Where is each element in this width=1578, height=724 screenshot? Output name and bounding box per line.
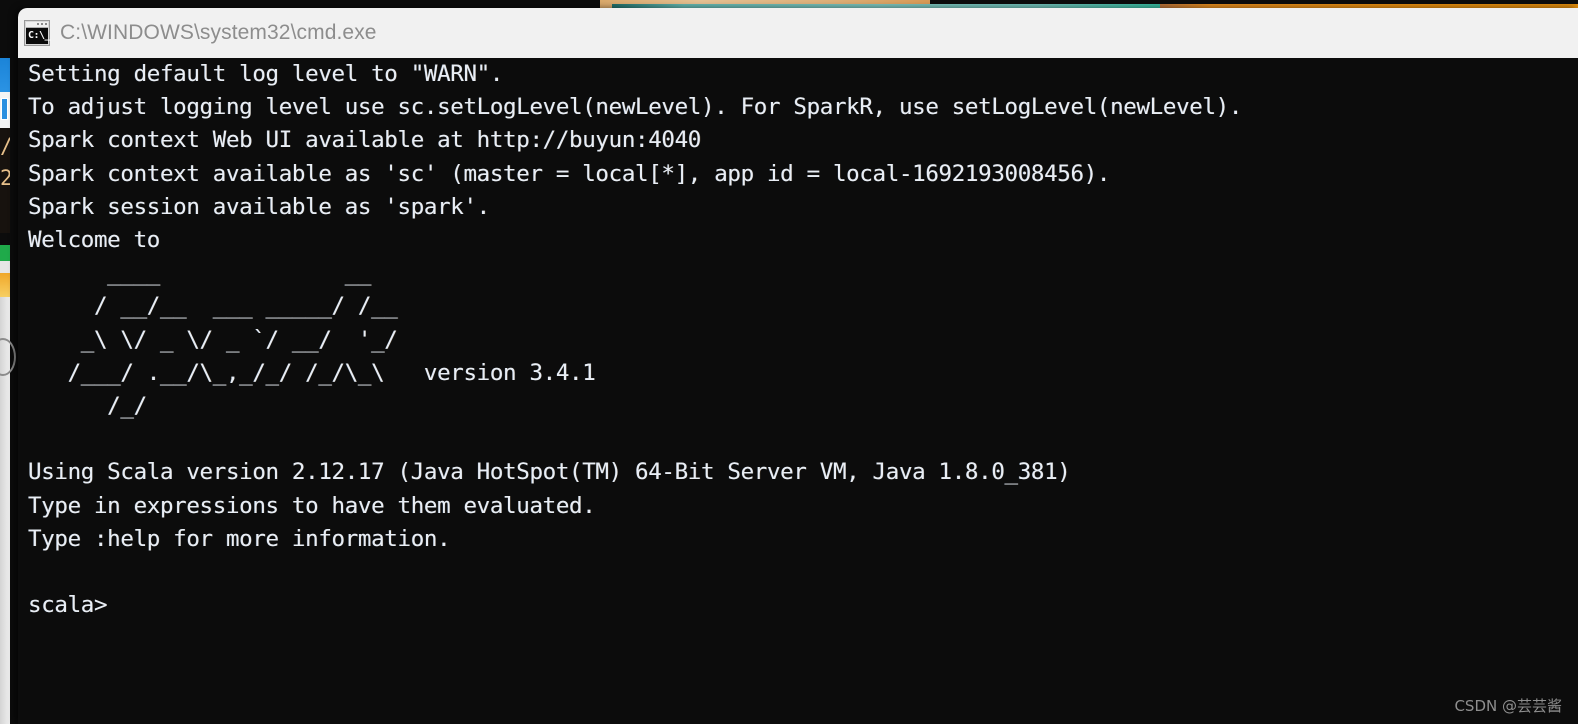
window-titlebar[interactable]: C:\_ C:\WINDOWS\system32\cmd.exe xyxy=(18,8,1578,58)
background-sliver-text: / 2 xyxy=(0,134,10,190)
console-output-area[interactable]: Setting default log level to "WARN". To … xyxy=(18,58,1578,724)
background-sliver-green xyxy=(0,245,10,261)
background-sliver-yellow xyxy=(0,273,10,297)
background-circle-icon xyxy=(0,338,16,376)
cmd-window: C:\_ C:\WINDOWS\system32\cmd.exe Setting… xyxy=(18,8,1578,724)
console-text: Setting default log level to "WARN". To … xyxy=(28,61,1243,619)
screenshot-root: / 2 C:\_ C:\WINDOWS\system32\cmd.exe Set… xyxy=(0,0,1578,724)
cmd-exe-icon: C:\_ xyxy=(24,20,51,46)
csdn-watermark: CSDN @芸芸酱 xyxy=(1454,697,1562,715)
cmd-icon-glyph: C:\_ xyxy=(26,28,51,44)
background-sliver-white xyxy=(0,92,10,128)
background-sliver-blue xyxy=(0,58,10,92)
window-title: C:\WINDOWS\system32\cmd.exe xyxy=(60,21,377,44)
background-sliver-gray-upper xyxy=(0,261,10,273)
